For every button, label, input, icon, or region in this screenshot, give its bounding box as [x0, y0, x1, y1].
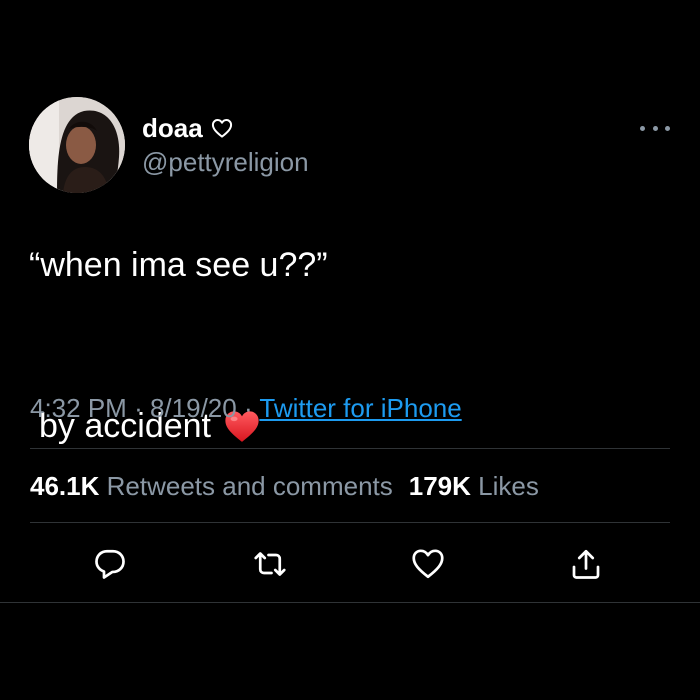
more-dot [640, 125, 645, 131]
tweet-time[interactable]: 4:32 PM [30, 393, 127, 423]
retweets-count: 46.1K [30, 471, 100, 501]
red-heart-icon [223, 294, 299, 558]
retweets-label: Retweets and comments [106, 471, 393, 501]
tweet-source-link[interactable]: Twitter for iPhone [259, 393, 461, 423]
more-dot [652, 125, 658, 131]
reply-icon[interactable] [92, 546, 128, 582]
display-name-row[interactable]: doaa [142, 113, 233, 143]
meta-separator: · [243, 393, 253, 423]
retweet-icon[interactable] [252, 546, 288, 582]
user-handle[interactable]: @pettyreligion [142, 147, 309, 178]
more-dot [665, 125, 670, 131]
likes-label: Likes [478, 471, 539, 501]
likes-stat[interactable]: 179K Likes [409, 471, 539, 501]
heart-icon[interactable] [410, 546, 446, 582]
divider [30, 522, 670, 523]
avatar-image [29, 97, 125, 193]
tweet-text-line-2-row: by accident [29, 294, 669, 558]
heart-outline-icon [211, 118, 233, 138]
divider [0, 602, 700, 603]
tweet-card: doaa @pettyreligion “when ima see u??” b… [0, 0, 700, 700]
share-icon[interactable] [568, 546, 604, 582]
tweet-stats: 46.1K Retweets and comments 179K Likes [30, 471, 539, 502]
likes-count: 179K [408, 471, 471, 501]
avatar[interactable] [29, 97, 125, 193]
divider [30, 448, 670, 449]
retweets-stat[interactable]: 46.1K Retweets and comments [30, 471, 393, 501]
tweet-date[interactable]: 8/19/20 [150, 393, 237, 423]
tweet-text-line-1: “when ima see u??” [29, 246, 328, 284]
more-options-icon[interactable] [640, 121, 670, 135]
meta-separator: · [134, 393, 143, 423]
display-name[interactable]: doaa [142, 113, 203, 144]
tweet-meta: 4:32 PM · 8/19/20 · Twitter for iPhone [30, 393, 462, 424]
